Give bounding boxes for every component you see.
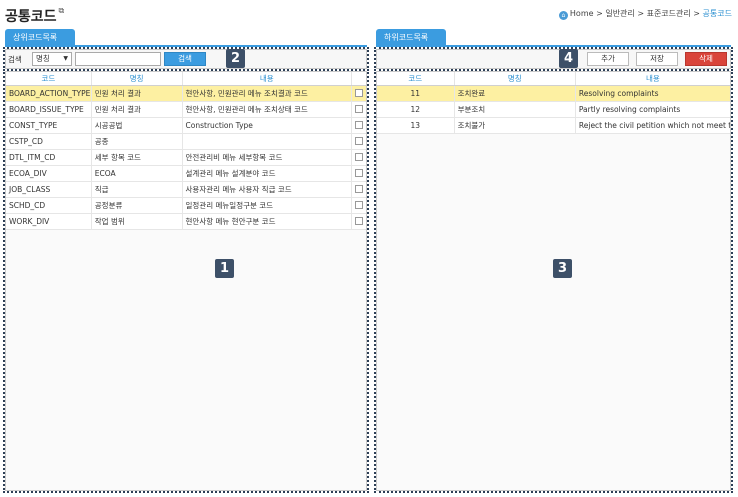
breadcrumb: ⌂ Home > 일반관리 > 표준코드관리 > 공통코드 bbox=[558, 8, 732, 20]
tab-parent-code-list[interactable]: 상위코드목록 bbox=[5, 29, 75, 46]
annotation-box-1 bbox=[3, 69, 369, 493]
annotation-badge-2: 2 bbox=[226, 49, 245, 68]
external-link-icon[interactable]: ⧉ bbox=[59, 6, 65, 15]
page-title: 공통코드 ⧉ bbox=[5, 6, 65, 25]
annotation-box-2 bbox=[3, 47, 369, 71]
annotation-badge-4: 4 bbox=[559, 49, 578, 68]
annotation-box-4 bbox=[374, 47, 733, 71]
tab-child-code-list[interactable]: 하위코드목록 bbox=[376, 29, 446, 46]
annotation-badge-1: 1 bbox=[215, 259, 234, 278]
home-icon: ⌂ bbox=[558, 11, 568, 20]
breadcrumb-standard-code[interactable]: 표준코드관리 bbox=[647, 9, 691, 18]
annotation-box-3 bbox=[374, 69, 733, 493]
breadcrumb-home[interactable]: Home bbox=[570, 9, 594, 18]
breadcrumb-general[interactable]: 일반관리 bbox=[605, 9, 634, 18]
breadcrumb-current: 공통코드 bbox=[702, 9, 732, 18]
annotation-badge-3: 3 bbox=[553, 259, 572, 278]
